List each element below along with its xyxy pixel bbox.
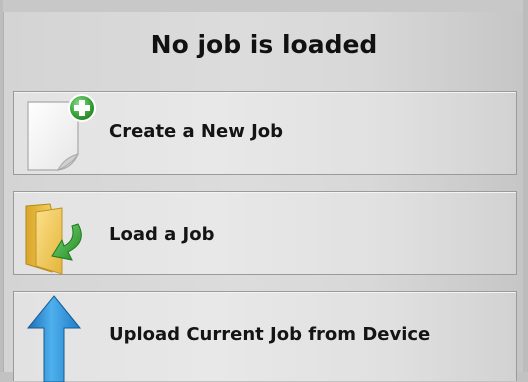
job-panel: No job is loaded Create a New Job Load a… (3, 12, 523, 382)
page-title: No job is loaded (150, 30, 378, 59)
upload-arrow-icon (26, 295, 82, 382)
new-document-plus-icon (27, 94, 96, 171)
window-frame: No job is loaded Create a New Job Load a… (0, 0, 528, 382)
load-job-label: Load a Job (109, 224, 215, 245)
top-strip (0, 0, 528, 12)
load-job-button[interactable]: Load a Job (13, 191, 517, 275)
upload-current-job-button[interactable]: Upload Current Job from Device (13, 291, 517, 382)
folder-load-icon (25, 203, 82, 275)
create-new-job-button[interactable]: Create a New Job (13, 91, 517, 175)
create-new-job-label: Create a New Job (109, 121, 284, 142)
upload-current-job-label: Upload Current Job from Device (109, 324, 431, 345)
